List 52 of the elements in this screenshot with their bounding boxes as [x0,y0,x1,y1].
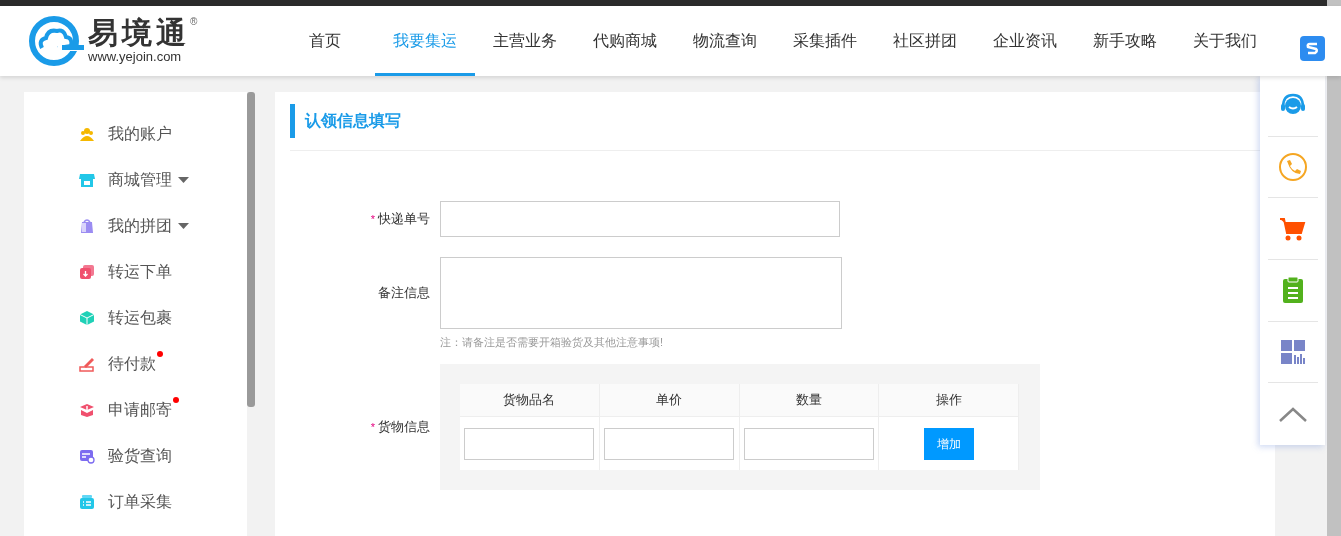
nav-link[interactable]: 物流查询 [675,6,775,76]
column-header: 数量 [739,384,880,416]
search-card-icon [79,448,95,464]
phone-icon[interactable] [1277,152,1308,182]
nav-link[interactable]: 企业资讯 [975,6,1075,76]
caret-icon[interactable] [178,177,189,183]
remarks-textarea[interactable] [440,257,842,329]
sidebar-item[interactable]: 待付款 [108,352,156,376]
person-group-icon [79,126,95,142]
sidebar-item[interactable]: 商城管理 [108,168,172,192]
sidebar-item[interactable]: 订单采集 [108,490,172,514]
caret-icon[interactable] [178,223,189,229]
table-input-field[interactable] [743,427,874,460]
table-input-field[interactable] [464,427,595,460]
open-box-icon [79,402,95,418]
column-header: 单价 [599,384,740,416]
cube-icon [79,310,95,326]
field-label: 快递单号 [378,210,430,229]
s-logo-icon[interactable] [1300,36,1325,61]
required-mark: * [370,419,375,435]
sidebar-item[interactable]: 我的账户 [108,122,172,146]
note-text: 注：请备注是否需要开箱验货及其他注意事项! [440,335,665,349]
pen-tray-icon [79,356,95,372]
storefront-icon [79,172,95,188]
nav-link[interactable]: 关于我们 [1175,6,1275,76]
shopping-bag-icon [79,218,95,234]
nav-link[interactable]: 首页 [275,6,375,76]
nav-link[interactable]: 主营业务 [475,6,575,76]
nav-link[interactable]: 社区拼团 [875,6,975,76]
sidebar-item[interactable]: 验货查询 [108,444,172,468]
download-card-icon [79,264,95,280]
tracking-number-input[interactable] [440,201,840,237]
required-mark: * [370,211,375,227]
field-label: 备注信息 [378,284,430,303]
section-title: 认领信息填写 [305,111,401,131]
nav-link[interactable]: 代购商城 [575,6,675,76]
brand-name: 易境通 [88,17,190,49]
sidebar-item[interactable]: 转运下单 [108,260,172,284]
checklist-icon [79,494,95,510]
sidebar-item[interactable]: 转运包裹 [108,306,172,330]
column-header: 操作 [879,384,1019,416]
sidebar-item[interactable]: 申请邮寄 [108,398,172,422]
registered-mark: ® [190,17,198,27]
scrollbar-thumb[interactable] [247,92,255,407]
sidebar-item[interactable]: 我的拼团 [108,214,172,238]
column-header: 货物品名 [460,384,600,416]
table-input-field[interactable] [604,427,735,460]
nav-link[interactable]: 新手攻略 [1075,6,1175,76]
site-url: www.yejoin.com [88,49,183,65]
cloud-logo-icon [28,16,84,66]
nav-link[interactable]: 采集插件 [775,6,875,76]
field-label: 货物信息 [378,418,430,437]
